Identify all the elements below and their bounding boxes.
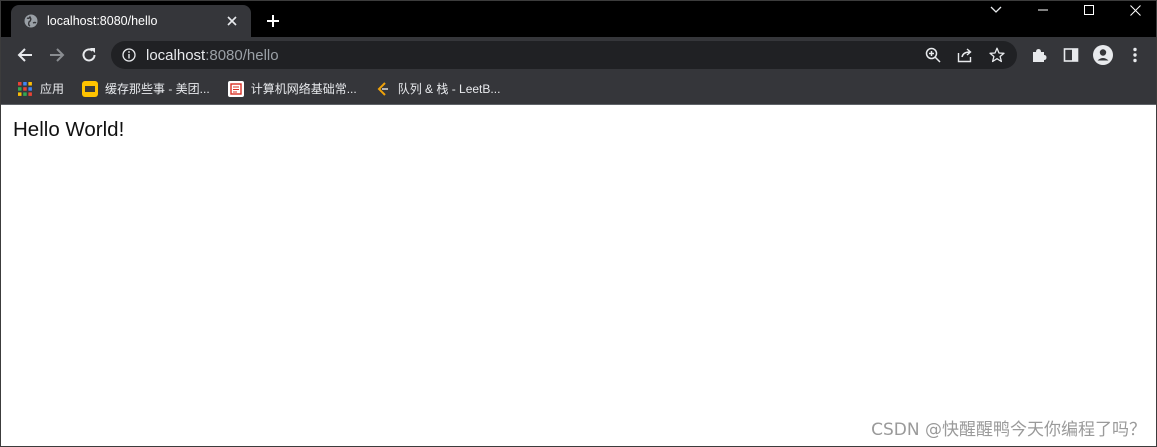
bookmark-label: 缓存那些事 - 美团... [105,82,210,96]
bookmark-label: 应用 [40,82,65,96]
page-content-text: Hello World! [13,118,125,141]
maximize-icon[interactable] [1066,1,1112,19]
url-text[interactable]: localhost:8080/hello [146,47,279,64]
url-host: localhost [146,46,206,64]
kebab-menu-icon[interactable] [1121,41,1149,69]
globe-icon [23,13,39,29]
tab-strip: localhost:8080/hello [1,1,1156,37]
arrow-left-icon[interactable] [11,41,39,69]
url-path: :8080/hello [205,46,279,64]
site-icon [227,80,244,97]
bookmark-label: 队列 & 栈 - LeetB... [397,82,501,96]
address-bar[interactable]: localhost:8080/hello [111,41,1017,69]
profile-icon[interactable] [1089,41,1117,69]
tab-active[interactable]: localhost:8080/hello [11,5,251,37]
zoom-icon[interactable] [921,43,945,67]
bookmarks-bar: 应用 缓存那些事 - 美团... 计算机网络基础常... 队列 & 栈 - Le… [1,73,1156,105]
star-icon[interactable] [985,43,1009,67]
leetcode-icon [375,81,391,97]
page-viewport: Hello World! CSDN @快醒醒鸭今天你编程了吗？ [1,106,1156,446]
reload-icon[interactable] [75,41,103,69]
toolbar: localhost:8080/hello [1,37,1156,73]
info-icon[interactable] [121,47,137,63]
close-icon[interactable] [1112,1,1156,19]
bookmark-network[interactable]: 计算机网络基础常... [222,77,363,101]
omnibox-actions [921,41,1009,69]
plus-icon[interactable] [261,9,285,33]
chevron-down-icon[interactable] [985,1,1007,19]
side-panel-icon[interactable] [1057,41,1085,69]
tab-title: localhost:8080/hello [47,14,158,28]
browser-window: localhost:8080/hello localhost:8080/hell… [0,0,1157,447]
csdn-watermark: CSDN @快醒醒鸭今天你编程了吗？ [871,420,1146,440]
arrow-right-icon[interactable] [43,41,71,69]
minimize-icon[interactable] [1020,1,1066,19]
bookmark-apps[interactable]: 应用 [11,77,70,101]
share-icon[interactable] [953,43,977,67]
bookmark-label: 计算机网络基础常... [250,82,357,96]
bookmark-meituan[interactable]: 缓存那些事 - 美团... [76,77,216,101]
meituan-icon [82,80,99,97]
bookmark-leetcode[interactable]: 队列 & 栈 - LeetB... [369,77,507,101]
close-tab-icon[interactable] [223,12,241,30]
window-controls [1020,1,1156,19]
puzzle-icon[interactable] [1025,41,1053,69]
apps-grid-icon [17,81,33,97]
